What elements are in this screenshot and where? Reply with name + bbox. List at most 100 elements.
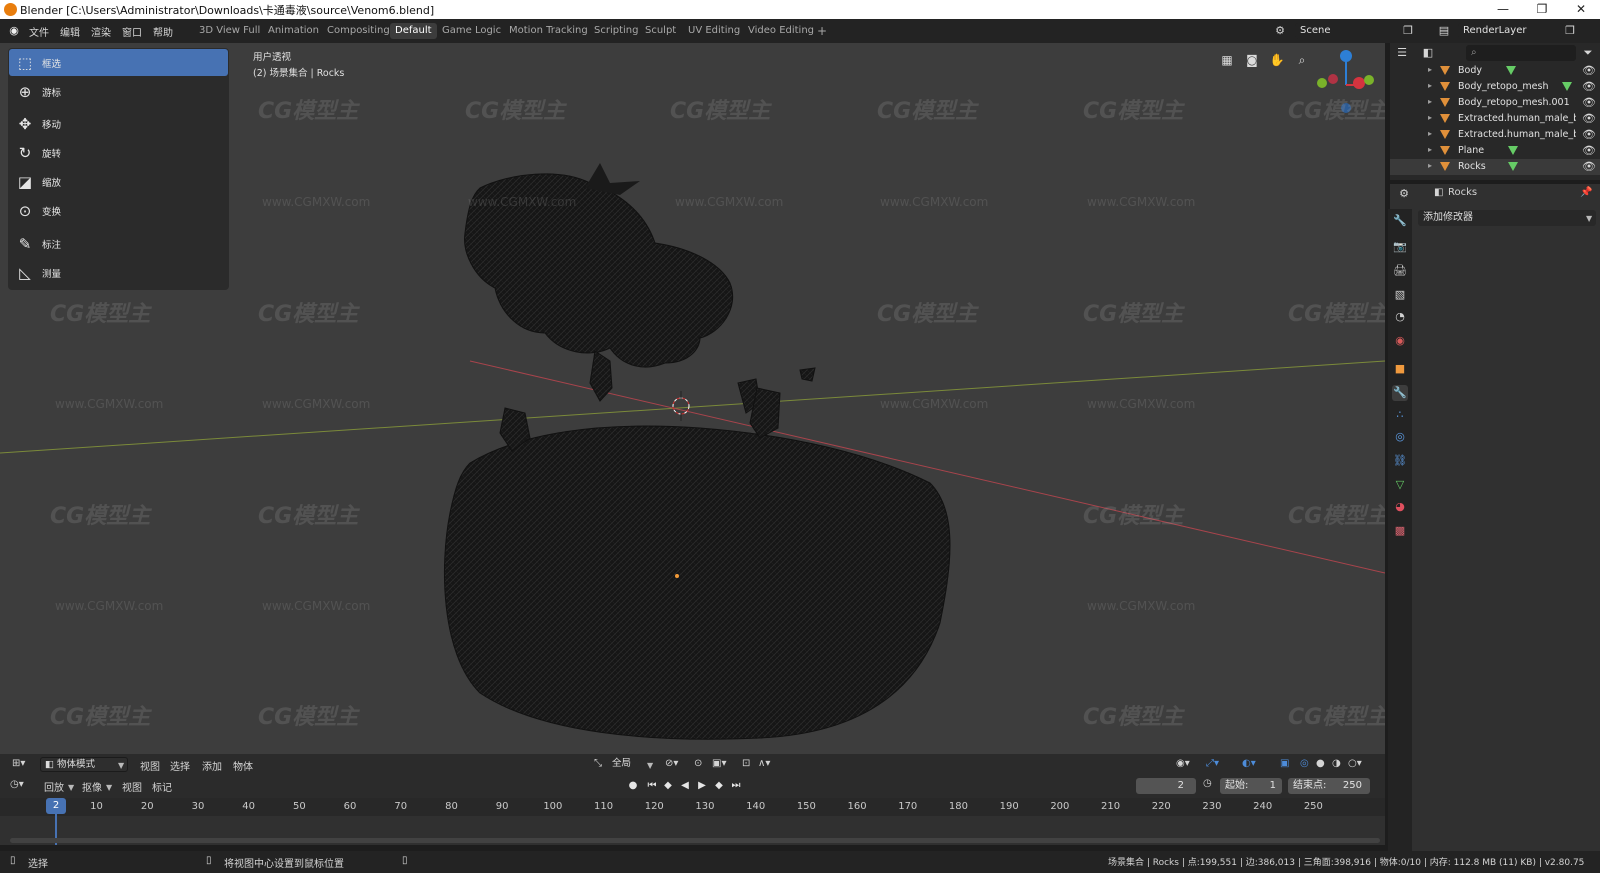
- menu-select[interactable]: 选择: [170, 758, 190, 773]
- blender-menu-icon[interactable]: ◉: [6, 23, 22, 39]
- render-tab-icon[interactable]: 📷: [1392, 239, 1408, 255]
- tool-measure[interactable]: ◺ 测量: [9, 259, 228, 286]
- menu-add[interactable]: 添加: [202, 758, 222, 773]
- eye-icon[interactable]: 👁: [1582, 96, 1596, 109]
- outliner-item-body-retopo-mesh-001[interactable]: ▸ Body_retopo_mesh.001 👁: [1390, 95, 1600, 111]
- tool-tab-icon[interactable]: 🔧: [1392, 213, 1408, 229]
- texture-tab-icon[interactable]: ▩: [1392, 523, 1408, 539]
- workspace-tab-animation[interactable]: Animation: [263, 23, 324, 39]
- play-reverse-icon[interactable]: ◀: [678, 779, 692, 793]
- close-button[interactable]: ✕: [1562, 0, 1600, 19]
- outliner-item-rocks[interactable]: ▸ Rocks 👁: [1390, 159, 1600, 175]
- eye-icon[interactable]: 👁: [1582, 112, 1596, 125]
- zoom-icon[interactable]: ⌕: [1291, 49, 1313, 71]
- filter-icon[interactable]: ⏷: [1580, 45, 1596, 61]
- editor-type-icon[interactable]: ⊞▾: [12, 758, 25, 769]
- tool-cursor[interactable]: ⊕ 游标: [9, 78, 228, 105]
- record-button[interactable]: ●: [626, 779, 640, 793]
- particles-tab-icon[interactable]: ∴: [1392, 407, 1408, 423]
- start-frame-field[interactable]: 起始: 1: [1220, 778, 1282, 794]
- rendered-shading-icon[interactable]: ○▾: [1348, 758, 1362, 769]
- outliner-item-body-retopo-mesh[interactable]: ▸ Body_retopo_mesh 👁: [1390, 79, 1600, 95]
- keying-menu[interactable]: 抠像: [82, 779, 102, 794]
- new-scene-icon[interactable]: ❐: [1400, 23, 1416, 39]
- wireframe-shading-icon[interactable]: ◎: [1300, 758, 1309, 769]
- gizmo-toggle-icon[interactable]: ⤢▾: [1206, 758, 1219, 769]
- visibility-icon[interactable]: ◉▾: [1176, 758, 1190, 769]
- timeline-scrollbar[interactable]: [10, 838, 1380, 843]
- output-tab-icon[interactable]: 🖨: [1392, 263, 1408, 279]
- expand-icon[interactable]: ▸: [1428, 97, 1432, 106]
- expand-icon[interactable]: ▸: [1428, 129, 1432, 138]
- playback-menu[interactable]: 回放: [44, 779, 64, 794]
- material-shading-icon[interactable]: ◑: [1332, 758, 1341, 769]
- menu-object[interactable]: 物体: [233, 758, 253, 773]
- tool-rotate[interactable]: ↻ 旋转: [9, 139, 228, 166]
- eye-icon[interactable]: 👁: [1582, 160, 1596, 173]
- jump-start-icon[interactable]: ⏮: [645, 779, 659, 793]
- eye-icon[interactable]: 👁: [1582, 64, 1596, 77]
- minimize-button[interactable]: —: [1484, 0, 1522, 19]
- outliner-item-plane[interactable]: ▸ Plane 👁: [1390, 143, 1600, 159]
- material-tab-icon[interactable]: ◕: [1392, 499, 1408, 515]
- expand-icon[interactable]: ▸: [1428, 81, 1432, 90]
- outliner-item-body[interactable]: ▸ Body 👁: [1390, 63, 1600, 79]
- eye-icon[interactable]: 👁: [1582, 144, 1596, 157]
- snap-toggle-icon[interactable]: ⊙: [694, 758, 702, 769]
- timeline[interactable]: 10 20 30 40 50 60 70 80 90 100 110 120 130 140 150 160 1…: [0, 798, 1385, 845]
- scene-icon[interactable]: ⚙: [1272, 23, 1288, 39]
- current-frame-field[interactable]: 2: [1136, 778, 1196, 794]
- menu-file[interactable]: 文件: [29, 24, 49, 39]
- expand-icon[interactable]: ▸: [1428, 65, 1432, 74]
- outliner-search-input[interactable]: ⌕: [1466, 45, 1576, 61]
- xray-toggle-icon[interactable]: ▣: [1280, 758, 1289, 769]
- pan-hand-icon[interactable]: ✋: [1266, 49, 1288, 71]
- workspace-tab-3d-view-full[interactable]: 3D View Full: [194, 23, 265, 39]
- view-layer-icon[interactable]: ▤: [1436, 23, 1452, 39]
- menu-view[interactable]: 视图: [140, 758, 160, 773]
- eye-icon[interactable]: 👁: [1582, 128, 1596, 141]
- properties-editor-icon[interactable]: ⚙: [1396, 186, 1412, 202]
- constraints-tab-icon[interactable]: ⛓: [1392, 453, 1408, 469]
- tool-scale[interactable]: ◪ 缩放: [9, 168, 228, 195]
- falloff-icon[interactable]: ∧▾: [758, 758, 770, 769]
- overlay-toggle-icon[interactable]: ◐▾: [1242, 758, 1256, 769]
- workspace-tab-motion-tracking[interactable]: Motion Tracking: [504, 23, 593, 39]
- end-frame-field[interactable]: 结束点: 250: [1288, 778, 1370, 794]
- pin-icon[interactable]: 📌: [1580, 187, 1592, 198]
- add-modifier-dropdown[interactable]: 添加修改器: [1418, 210, 1596, 226]
- display-mode-icon[interactable]: ◧: [1420, 45, 1436, 61]
- snap-target-icon[interactable]: ▣▾: [712, 758, 726, 769]
- object-tab-icon[interactable]: ■: [1392, 361, 1408, 377]
- tool-select-box[interactable]: ⬚ 框选: [9, 49, 228, 76]
- tool-annotate[interactable]: ✎ 标注: [9, 230, 228, 257]
- add-workspace-button[interactable]: +: [812, 23, 832, 39]
- new-view-layer-icon[interactable]: ❐: [1562, 23, 1578, 39]
- next-keyframe-icon[interactable]: ◆: [712, 779, 726, 793]
- proportional-edit-icon[interactable]: ⊡: [742, 758, 750, 769]
- mode-dropdown[interactable]: ◧ 物体模式: [40, 757, 128, 772]
- workspace-tab-scripting[interactable]: Scripting: [589, 23, 643, 39]
- mesh-data-tab-icon[interactable]: ▽: [1392, 477, 1408, 493]
- world-tab-icon[interactable]: ◉: [1392, 333, 1408, 349]
- camera-icon[interactable]: ◙: [1241, 49, 1263, 71]
- maximize-button[interactable]: ❐: [1523, 0, 1561, 19]
- modifier-tab-icon[interactable]: 🔧: [1392, 385, 1408, 401]
- prev-keyframe-icon[interactable]: ◆: [661, 779, 675, 793]
- workspace-tab-sculpt[interactable]: Sculpt: [640, 23, 681, 39]
- scene-tab-icon[interactable]: ◔: [1392, 309, 1408, 325]
- eye-icon[interactable]: 👁: [1582, 80, 1596, 93]
- physics-tab-icon[interactable]: ◎: [1392, 429, 1408, 445]
- scene-selector[interactable]: Scene: [1295, 23, 1405, 39]
- timeline-view-menu[interactable]: 视图: [122, 779, 142, 794]
- menu-render[interactable]: 渲染: [91, 24, 111, 39]
- expand-icon[interactable]: ▸: [1428, 145, 1432, 154]
- pivot-icon[interactable]: ⊘▾: [665, 758, 678, 769]
- expand-icon[interactable]: ▸: [1428, 161, 1432, 170]
- expand-icon[interactable]: ▸: [1428, 113, 1432, 122]
- tool-transform[interactable]: ⊙ 变换: [9, 197, 228, 224]
- marker-menu[interactable]: 标记: [152, 779, 172, 794]
- outliner-item-extracted-2[interactable]: ▸ Extracted.human_male_base 👁: [1390, 127, 1600, 143]
- menu-window[interactable]: 窗口: [122, 24, 142, 39]
- playhead-marker[interactable]: 2: [46, 798, 66, 814]
